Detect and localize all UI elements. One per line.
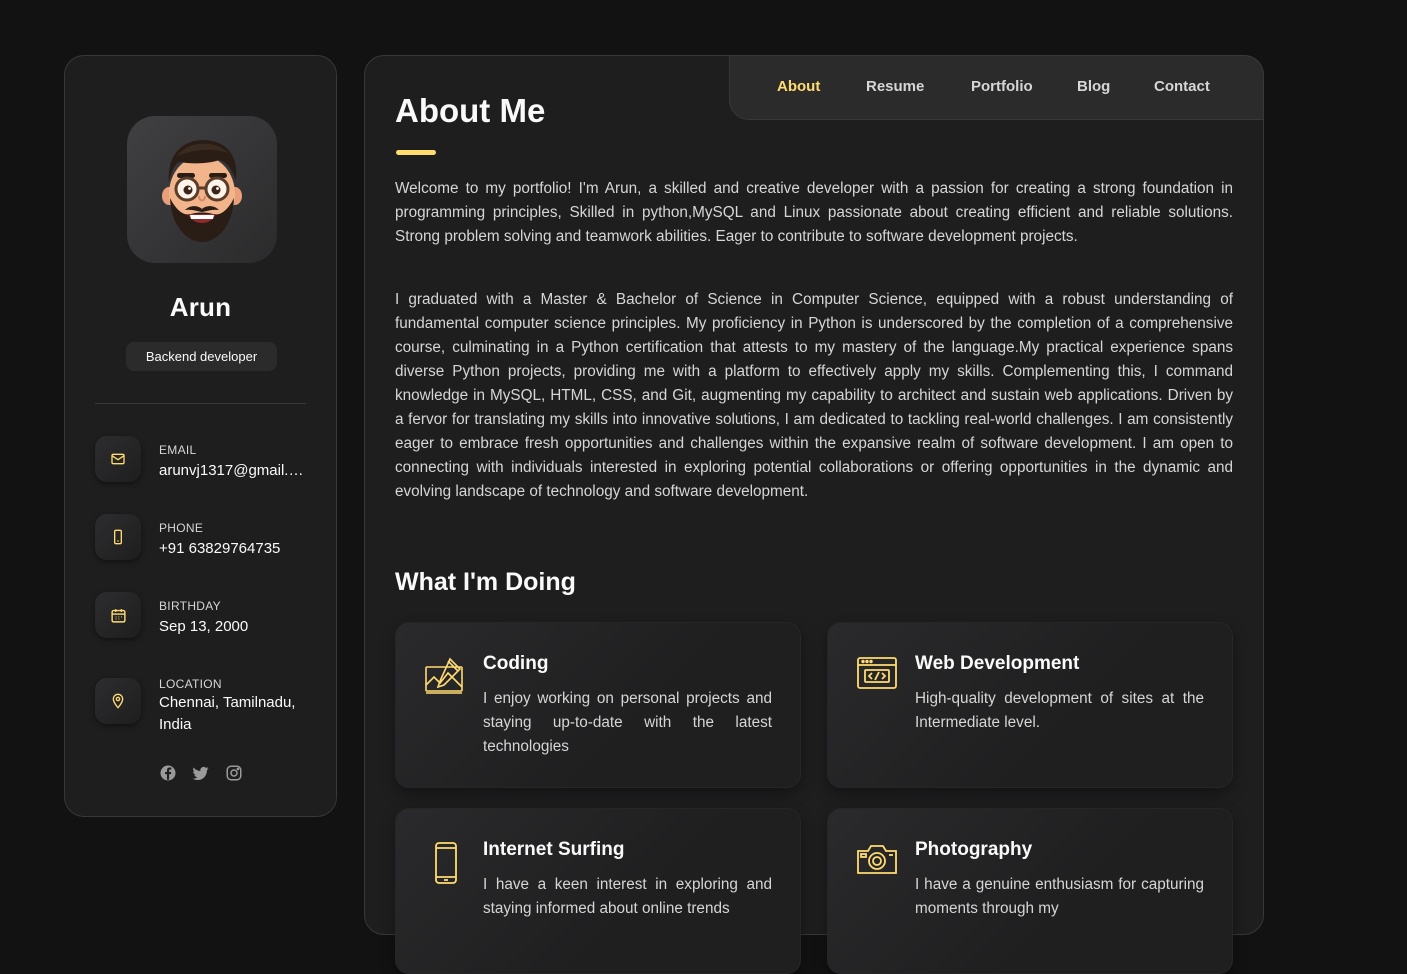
facebook-icon[interactable] [159, 764, 177, 782]
nav-contact[interactable]: Contact [1154, 78, 1210, 95]
memoji-avatar-icon [162, 140, 242, 242]
twitter-icon[interactable] [191, 764, 210, 782]
social-links [65, 764, 336, 782]
service-card: Web Development High-quality development… [827, 622, 1233, 788]
code-window-icon [856, 655, 898, 696]
service-text: I have a genuine enthusiasm for capturin… [915, 876, 1204, 917]
service-title: Internet Surfing [483, 839, 625, 860]
page-title: About Me [395, 92, 546, 129]
instagram-icon[interactable] [225, 764, 243, 782]
main-panel: About Resume Portfolio Blog Contact Abou… [364, 55, 1264, 974]
nav-blog[interactable]: Blog [1077, 78, 1110, 95]
sidebar-separator [95, 403, 306, 404]
nav-about[interactable]: About [777, 78, 820, 95]
contact-label: Birthday [159, 599, 221, 613]
contact-label: Email [159, 443, 197, 457]
avatar [127, 116, 277, 263]
service-title: Web Development [915, 653, 1080, 674]
about-paragraph: Welcome to my portfolio! I'm Arun, a ski… [395, 180, 1233, 245]
phone-icon [95, 514, 141, 560]
design-icon [424, 655, 466, 702]
section-title: What I'm Doing [395, 568, 576, 596]
nav-portfolio[interactable]: Portfolio [971, 78, 1033, 95]
birthday-value: Sep 13, 2000 [159, 618, 249, 635]
sidebar: Arun Backend developer Email arunvj1317@… [64, 55, 337, 817]
title-underline [396, 150, 436, 155]
contact-label: Location [159, 677, 222, 691]
service-text: I have a keen interest in exploring and … [483, 876, 772, 917]
profile-name: Arun [169, 292, 232, 322]
service-text: I enjoy working on personal projects and… [483, 690, 772, 755]
contact-label: Phone [159, 521, 204, 535]
phone-link[interactable]: +91 63829764735 [159, 538, 309, 560]
role-badge: Backend developer [126, 342, 277, 371]
service-card: Internet Surfing I have a keen interest … [395, 808, 801, 974]
about-paragraph: I graduated with a Master & Bachelor of … [395, 291, 1233, 500]
navbar: About Resume Portfolio Blog Contact [729, 55, 1264, 120]
location-icon [95, 678, 141, 724]
nav-resume[interactable]: Resume [866, 78, 924, 95]
service-card: Photography I have a genuine enthusiasm … [827, 808, 1233, 974]
mail-icon [95, 436, 141, 482]
camera-icon [856, 843, 898, 880]
location-value: Chennai, Tamilnadu, India [159, 694, 296, 733]
service-title: Coding [483, 653, 549, 674]
calendar-icon [95, 592, 141, 638]
mobile-icon [434, 841, 458, 890]
service-text: High-quality development of sites at the… [915, 690, 1204, 731]
email-link[interactable]: arunvj1317@gmail.com [159, 460, 309, 482]
service-title: Photography [915, 839, 1033, 860]
service-card: Coding I enjoy working on personal proje… [395, 622, 801, 788]
